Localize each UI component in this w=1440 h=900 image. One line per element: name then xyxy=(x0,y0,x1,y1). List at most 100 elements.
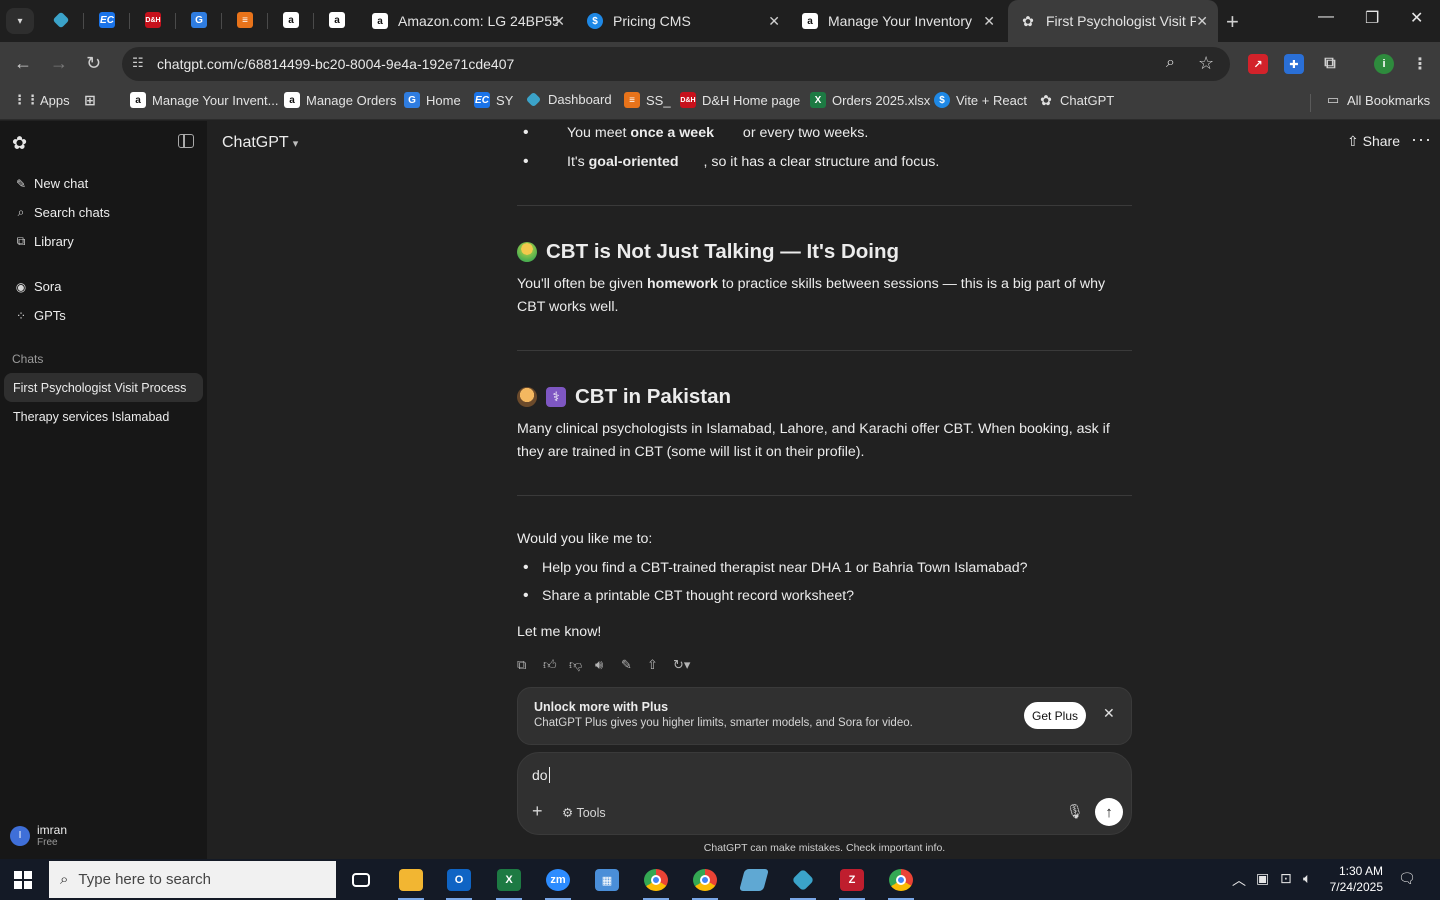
bookmark-dashboard[interactable]: Dashboard xyxy=(525,91,612,108)
file-explorer-icon[interactable] xyxy=(396,865,426,900)
sidebar-item-sora[interactable]: ◉ Sora xyxy=(14,279,62,294)
profile-avatar[interactable]: i xyxy=(1374,54,1394,74)
bookmark-dh-home[interactable]: D&H D&H Home page xyxy=(680,92,800,108)
tab-manage-inventory[interactable]: a Manage Your Inventory ✕ xyxy=(790,0,1005,42)
message-composer[interactable]: do + ⚙ Tools 🎙︎ ↑ xyxy=(517,752,1132,835)
bookmark-apps[interactable]: ⋮⋮ Apps xyxy=(13,92,70,108)
taskbar-search[interactable]: ⌕ Type here to search xyxy=(49,861,336,898)
ec-logo-icon: EC xyxy=(99,12,115,28)
bookmark-home[interactable]: G Home xyxy=(404,92,461,108)
restore-button[interactable]: ❐ xyxy=(1365,8,1379,28)
pinned-tab[interactable]: G xyxy=(188,9,222,31)
sidebar-item-search-chats[interactable]: ⌕ Search chats xyxy=(14,205,110,220)
get-plus-button[interactable]: Get Plus xyxy=(1024,702,1086,729)
bookmark-chatgpt[interactable]: ✿ ChatGPT xyxy=(1038,92,1114,108)
network-icon[interactable]: ⊡ xyxy=(1280,870,1292,887)
tab-first-psychologist[interactable]: ✿ First Psychologist Visit Proc ✕ xyxy=(1008,0,1218,42)
zoom-app-icon[interactable]: zm xyxy=(543,865,573,900)
extension-icon[interactable]: ✚ xyxy=(1284,54,1304,74)
sidebar-item-gpts[interactable]: ⁘ GPTs xyxy=(14,308,66,323)
editor-app-icon[interactable] xyxy=(739,865,769,895)
bookmark-all[interactable]: ▭ All Bookmarks xyxy=(1325,92,1430,108)
pinned-tab[interactable]: ≡ xyxy=(234,9,268,31)
pinned-tab[interactable] xyxy=(50,9,84,31)
bookmark-vite-react[interactable]: $ Vite + React xyxy=(934,92,1027,108)
close-icon[interactable]: ✕ xyxy=(553,13,565,30)
outlook-icon[interactable]: O xyxy=(444,865,474,900)
sidebar-toggle-icon[interactable] xyxy=(178,134,194,148)
bookmark-label: SY xyxy=(496,92,514,108)
tray-chevron-icon[interactable]: ︿ xyxy=(1232,870,1246,890)
site-info-icon[interactable]: ☷ xyxy=(132,55,150,73)
chrome-icon[interactable] xyxy=(886,865,916,900)
bookmark-ss[interactable]: ≡ SS_ xyxy=(624,92,671,108)
network-alert-icon[interactable]: ▣ xyxy=(1256,870,1269,887)
browser-menu-icon[interactable]: ⋮ xyxy=(1410,54,1430,74)
thumbs-down-icon[interactable]: 👎︎ xyxy=(569,657,595,677)
pinned-tab[interactable]: D&H xyxy=(142,9,176,31)
excel-icon[interactable]: X xyxy=(494,865,524,900)
pinned-tab[interactable]: EC xyxy=(96,9,130,31)
thumbs-up-icon[interactable]: 👍︎ xyxy=(543,657,569,677)
bookmark-tab-groups[interactable]: ⊞ xyxy=(82,92,104,108)
add-attachment-icon[interactable]: + xyxy=(532,801,543,822)
tab-search-button[interactable]: ▾ xyxy=(6,8,34,34)
section-heading: CBT is Not Just Talking — It's Doing xyxy=(517,240,899,264)
minimize-button[interactable]: — xyxy=(1318,8,1334,26)
more-options-icon[interactable]: ··· xyxy=(1411,129,1432,150)
regenerate-icon[interactable]: ↻▾ xyxy=(673,657,703,677)
close-icon[interactable]: ✕ xyxy=(1196,13,1208,30)
forward-button[interactable]: → xyxy=(50,53,68,74)
tab-pricing-cms[interactable]: $ Pricing CMS ✕ xyxy=(575,0,790,42)
text: Share a printable CBT thought record wor… xyxy=(542,588,855,604)
new-tab-button[interactable]: + xyxy=(1226,9,1239,35)
model-picker[interactable]: ChatGPT ▾ xyxy=(222,134,298,152)
chat-item-therapy-services[interactable]: Therapy services Islamabad xyxy=(4,402,203,431)
chatgpt-logo-icon[interactable]: ✿ xyxy=(12,133,32,153)
pinned-tab[interactable]: a xyxy=(280,9,314,31)
close-icon[interactable]: ✕ xyxy=(983,13,995,30)
task-view-icon[interactable] xyxy=(346,865,376,895)
share-icon[interactable]: ⇧ xyxy=(647,657,673,677)
pinned-tab[interactable]: a xyxy=(326,9,348,31)
back-button[interactable]: ← xyxy=(14,53,32,74)
system-clock[interactable]: 1:30 AM 7/24/2025 xyxy=(1327,863,1383,895)
bookmark-manage-inventory[interactable]: a Manage Your Invent... xyxy=(130,92,278,108)
tools-button[interactable]: ⚙ Tools xyxy=(562,805,606,820)
chrome-icon[interactable] xyxy=(690,865,720,900)
sidebar-item-library[interactable]: ⧉ Library xyxy=(14,234,74,249)
extensions-puzzle-icon[interactable]: ⧉ xyxy=(1320,54,1340,74)
chrome-icon[interactable] xyxy=(641,865,671,900)
sidebar-item-new-chat[interactable]: ✎ New chat xyxy=(14,176,88,191)
omnibox[interactable]: ☷ chatgpt.com/c/68814499-bc20-8004-9e4a-… xyxy=(122,47,1230,81)
diamond-app-icon[interactable] xyxy=(788,865,818,900)
microphone-icon[interactable]: 🎙︎ xyxy=(1066,803,1084,820)
notifications-icon[interactable]: 🗨︎ xyxy=(1398,870,1416,887)
close-window-button[interactable]: ✕ xyxy=(1410,8,1423,28)
copy-icon[interactable]: ⧉ xyxy=(517,657,543,677)
bookmark-star-icon[interactable]: ☆ xyxy=(1198,53,1214,74)
bookmark-orders-xlsx[interactable]: X Orders 2025.xlsx xyxy=(810,92,930,108)
reload-button[interactable]: ↻ xyxy=(86,53,101,74)
user-profile[interactable]: I imran Free xyxy=(10,823,67,848)
tab-amazon-lg[interactable]: a Amazon.com: LG 24BP55Q ✕ xyxy=(360,0,575,42)
url-text[interactable]: chatgpt.com/c/68814499-bc20-8004-9e4a-19… xyxy=(157,56,514,72)
pdf-extension-icon[interactable]: ↗ xyxy=(1248,54,1268,74)
read-aloud-icon[interactable]: 🔊︎ xyxy=(595,657,621,677)
close-icon[interactable]: ✕ xyxy=(768,13,780,30)
heading-text: CBT is Not Just Talking — It's Doing xyxy=(546,240,900,263)
bookmark-manage-orders[interactable]: a Manage Orders xyxy=(284,92,396,108)
windows-start-icon[interactable] xyxy=(14,871,32,889)
dh-logo-icon: D&H xyxy=(680,92,696,108)
calculator-icon[interactable]: ▦ xyxy=(592,865,622,895)
send-button[interactable]: ↑ xyxy=(1095,798,1123,826)
prompt-input[interactable]: do xyxy=(532,767,550,783)
chat-item-first-psychologist[interactable]: First Psychologist Visit Process xyxy=(4,373,203,402)
edit-canvas-icon[interactable]: ✎ xyxy=(621,657,647,677)
close-icon[interactable]: ✕ xyxy=(1103,705,1115,722)
filezilla-icon[interactable]: Z xyxy=(837,865,867,900)
share-button[interactable]: ⇧ Share xyxy=(1347,133,1400,150)
bookmark-sy[interactable]: EC SY xyxy=(474,92,513,108)
volume-icon[interactable]: 🔈︎ xyxy=(1303,870,1311,887)
zoom-icon[interactable]: ⌕ xyxy=(1166,54,1175,72)
